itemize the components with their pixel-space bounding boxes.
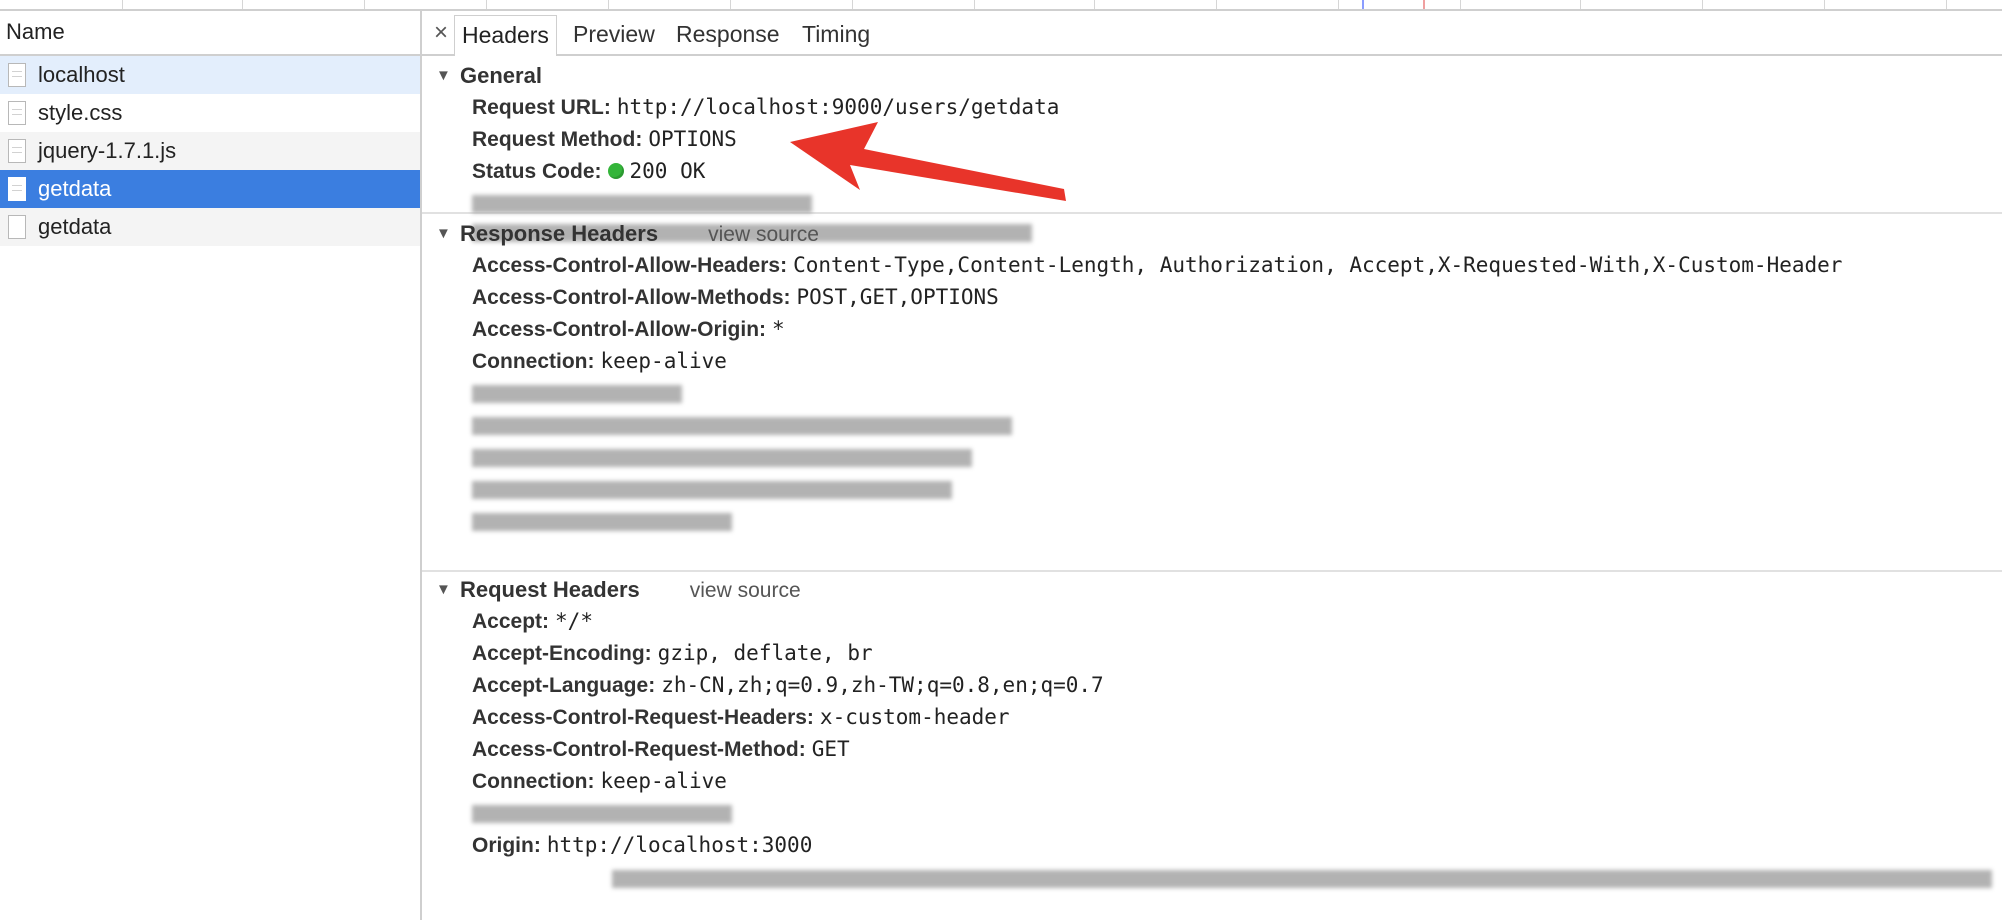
view-source-link[interactable]: view source [690,579,801,602]
header-value: OPTIONS [648,127,737,151]
redacted-row [422,506,2002,538]
xhr-file-icon [8,177,26,201]
triangle-down-icon: ▼ [436,67,451,84]
request-method-row: Request Method: OPTIONS [422,124,2002,156]
request-headers-toggle[interactable]: ▼ Request Headers view source [422,574,2002,606]
close-icon[interactable]: × [428,11,454,54]
blank-file-icon [8,215,26,239]
response-header-row: Connection: keep-alive [422,346,2002,378]
redacted-row [422,862,2002,894]
request-item-label: localhost [38,62,125,87]
tab-timing[interactable]: Timing [795,15,877,54]
header-value: http://localhost:9000/users/getdata [616,95,1060,119]
request-list-panel: Name localhost style.css jquery-1.7.1.js… [0,11,422,920]
request-headers-section: ▼ Request Headers view source Accept: */* … [422,572,2002,894]
stylesheet-file-icon [8,101,26,125]
header-value: x-custom-header [819,705,1010,729]
header-value: POST,GET,OPTIONS [796,285,999,309]
request-item-label: getdata [38,214,112,239]
header-key: Connection: [472,770,595,793]
request-item-style-css[interactable]: style.css [0,94,420,132]
header-key: Access-Control-Request-Method: [472,738,806,761]
request-details-panel: × Headers Preview Response Timing ▼ Gene… [422,11,2002,920]
tab-preview[interactable]: Preview [566,15,662,54]
request-header-row: Access-Control-Request-Method: GET [422,734,2002,766]
request-header-row: Accept-Encoding: gzip, deflate, br [422,638,2002,670]
response-headers-toggle[interactable]: ▼ Response Headers view source [422,218,2002,250]
redacted-row [422,798,2002,830]
header-key: Status Code: [472,160,602,183]
document-icon [8,63,26,87]
header-key: Accept: [472,610,550,633]
section-title: Request Headers [460,577,640,602]
general-section-toggle[interactable]: ▼ General [422,60,2002,92]
request-item-label: getdata [38,176,112,201]
triangle-down-icon: ▼ [436,581,451,598]
request-header-row: Connection: keep-alive [422,766,2002,798]
header-value: gzip, deflate, br [657,641,873,665]
request-item-jquery[interactable]: jquery-1.7.1.js [0,132,420,170]
tab-headers[interactable]: Headers [454,15,557,56]
request-header-row: Accept: */* [422,606,2002,638]
section-title: Response Headers [460,221,659,246]
header-key: Request URL: [472,96,611,119]
name-column-header[interactable]: Name [0,11,420,56]
header-value: GET [811,737,850,761]
request-item-localhost[interactable]: localhost [0,56,420,94]
triangle-down-icon: ▼ [436,225,451,242]
tab-response[interactable]: Response [669,15,787,54]
header-value: */* [555,609,593,633]
header-value: zh-CN,zh;q=0.9,zh-TW;q=0.8,en;q=0.7 [661,673,1104,697]
request-header-row: Access-Control-Request-Headers: x-custom-… [422,702,2002,734]
redacted-row [422,378,2002,410]
redacted-row [422,410,2002,442]
header-value: * [772,317,785,341]
header-key: Access-Control-Request-Headers: [472,706,814,729]
status-ok-icon [607,163,624,179]
request-url-row: Request URL: http://localhost:9000/users/… [422,92,2002,124]
header-key: Request Method: [472,128,643,151]
header-value: Content-Type,Content-Length, Authorizati… [793,253,1843,277]
section-title: General [460,63,542,88]
origin-row: Origin: http://localhost:3000 [422,830,2002,862]
script-file-icon [8,139,26,163]
header-value: keep-alive [600,349,727,373]
response-headers-section: ▼ Response Headers view source Access-Con… [422,214,2002,572]
view-source-link[interactable]: view source [708,223,819,246]
response-header-row: Access-Control-Allow-Headers: Content-Typ… [422,250,2002,282]
load-event-marker [1423,0,1425,9]
request-header-row: Accept-Language: zh-CN,zh;q=0.9,zh-TW;q=0… [422,670,2002,702]
header-value: keep-alive [600,769,727,793]
details-tab-bar: × Headers Preview Response Timing [422,11,2002,56]
header-key: Access-Control-Allow-Headers: [472,254,788,277]
header-value: 200 OK [629,159,706,183]
request-item-getdata[interactable]: getdata [0,208,420,246]
request-item-getdata-selected[interactable]: getdata [0,170,420,208]
request-item-label: jquery-1.7.1.js [38,138,177,163]
header-key: Access-Control-Allow-Origin: [472,318,767,341]
response-header-row: Access-Control-Allow-Origin: * [422,314,2002,346]
header-value: http://localhost:3000 [546,833,813,857]
response-header-row: Access-Control-Allow-Methods: POST,GET,OP… [422,282,2002,314]
header-key: Accept-Encoding: [472,642,652,665]
header-key: Accept-Language: [472,674,656,697]
timeline-overview [0,0,2002,11]
redacted-row [422,442,2002,474]
status-code-row: Status Code: 200 OK [422,156,2002,188]
header-key: Connection: [472,350,595,373]
redacted-row [422,474,2002,506]
header-key: Origin: [472,834,541,857]
general-section: ▼ General Request URL: http://localhost:9… [422,56,2002,242]
header-key: Access-Control-Allow-Methods: [472,286,791,309]
dom-content-loaded-marker [1362,0,1364,9]
request-item-label: style.css [38,100,123,125]
